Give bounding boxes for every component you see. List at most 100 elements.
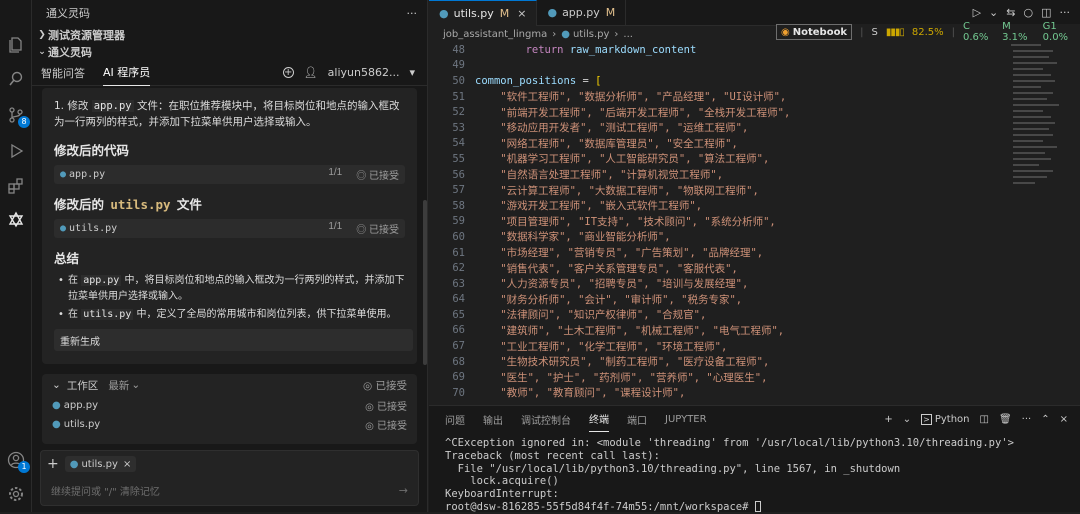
code-line[interactable]: 68 "生物技术研究员", "制药工程师", "医疗设备工程师",: [429, 354, 989, 370]
tab-problems[interactable]: 问题: [445, 406, 465, 432]
editor-tab-app-name: app.py: [562, 6, 600, 19]
send-arrow-icon[interactable]: →: [399, 484, 408, 497]
chevron-down-icon[interactable]: ⌄: [989, 6, 998, 19]
line-number: 61: [452, 246, 465, 259]
code-line[interactable]: 63 "人力资源专员", "招聘专员", "培训与发展经理",: [429, 276, 989, 292]
tab-smart-qa[interactable]: 智能问答: [41, 60, 85, 86]
code-line[interactable]: 65 "法律顾问", "知识产权律师", "合规官",: [429, 307, 989, 323]
code-line[interactable]: 62 "销售代表", "客户关系管理专员", "客服代表",: [429, 260, 989, 276]
code-line[interactable]: 69 "医生", "护士", "药剂师", "营养师", "心理医生",: [429, 369, 989, 385]
workspace-file-row[interactable]: ● utils.py ◎ 已接受: [42, 415, 417, 434]
code-line[interactable]: 51 "软件工程师", "数据分析师", "产品经理", "UI设计师",: [429, 89, 989, 105]
line-number: 48: [452, 43, 465, 56]
line-text: "市场经理", "营销专员", "广告策划", "品牌经理",: [475, 247, 764, 260]
source-control-icon[interactable]: 8: [5, 104, 30, 128]
code-line[interactable]: 50 common_positions = [: [429, 73, 989, 89]
close-icon[interactable]: ×: [1060, 414, 1068, 425]
split-editor-icon[interactable]: ◫: [1041, 6, 1051, 19]
editor-area: ● utils.py M × ● app.py M ▷ ⌄ ⇆ ○ ◫ ··· …: [429, 0, 1080, 405]
compare-icon[interactable]: ⇆: [1006, 6, 1015, 19]
user-dropdown-icon[interactable]: ▾: [409, 66, 415, 79]
code-line[interactable]: 56 "自然语言处理工程师", "计算机视觉工程师",: [429, 167, 989, 183]
code-line[interactable]: 58 "游戏开发工程师", "嵌入式软件工程师",: [429, 198, 989, 214]
code-line[interactable]: 53 "移动应用开发者", "测试工程师", "运维工程师",: [429, 120, 989, 136]
code-line[interactable]: 49: [429, 58, 989, 74]
terminal-output[interactable]: ^CException ignored in: <module 'threadi…: [429, 432, 1080, 514]
code-view[interactable]: 48 return raw_markdown_content 49 50 common…: [429, 42, 989, 401]
tab-jupyter[interactable]: JUPYTER: [665, 406, 707, 432]
new-terminal-icon[interactable]: +: [884, 414, 892, 425]
editor-tab-app[interactable]: ● app.py M: [537, 0, 627, 26]
search-icon[interactable]: [5, 68, 27, 90]
context-file-chip[interactable]: ● utils.py ×: [64, 456, 137, 472]
split-terminal-icon[interactable]: ◫: [980, 414, 989, 425]
file-block-app[interactable]: ● app.py 1/1 ◎ 已接受: [54, 165, 405, 184]
new-chat-icon[interactable]: +: [282, 67, 294, 78]
chat-input-box[interactable]: + ● utils.py × 继续提问或 "/" 清除记忆 →: [40, 450, 419, 506]
line-text: "法律顾问", "知识产权律师", "合规官",: [475, 309, 707, 322]
code-line[interactable]: 54 "网络工程师", "数据库管理员", "安全工程师",: [429, 136, 989, 152]
editor-tab-utils[interactable]: ● utils.py M ×: [429, 0, 538, 26]
run-debug-icon[interactable]: [5, 140, 27, 162]
code-line[interactable]: 57 "云计算工程师", "大数据工程师", "物联网工程师",: [429, 182, 989, 198]
terminal-line: Traceback (most recent call last):: [445, 449, 660, 462]
more-actions-icon[interactable]: ···: [1060, 6, 1071, 19]
line-number: 64: [452, 293, 465, 306]
code-line[interactable]: 55 "机器学习工程师", "人工智能研究员", "算法工程师",: [429, 151, 989, 167]
breadcrumb-folder[interactable]: job_assistant_lingma: [443, 29, 547, 40]
settings-gear-icon[interactable]: [5, 483, 27, 505]
breadcrumb-symbol[interactable]: ...: [623, 29, 633, 40]
notebook-button[interactable]: ◉ Notebook: [776, 24, 853, 40]
file-block-utils[interactable]: ● utils.py 1/1 ◎ 已接受: [54, 219, 405, 238]
summary-list: 在 app.py 中，将目标岗位和地点的输入框改为一行两列的样式，并添加下拉菜单…: [54, 273, 405, 323]
python-file-icon: ●: [60, 223, 67, 234]
line-number: 56: [452, 168, 465, 181]
python-file-icon: ●: [52, 419, 61, 430]
user-avatar-icon: 👤︎: [303, 66, 318, 79]
account-badge: 1: [18, 461, 30, 473]
code-line[interactable]: 67 "工业工程师", "化学工程师", "环境工程师",: [429, 338, 989, 354]
lingma-icon[interactable]: [5, 209, 27, 231]
more-actions-icon[interactable]: ···: [407, 7, 418, 20]
tab-terminal[interactable]: 终端: [589, 406, 609, 432]
maximize-panel-icon[interactable]: ⌃: [1041, 414, 1049, 425]
close-icon[interactable]: ×: [517, 7, 526, 20]
terminal-shell-label[interactable]: > Python: [921, 413, 970, 425]
code-line[interactable]: 59 "项目管理师", "IT支持", "技术顾问", "系统分析师",: [429, 214, 989, 230]
add-context-icon[interactable]: +: [47, 456, 59, 472]
more-actions-icon[interactable]: ···: [1022, 414, 1032, 425]
code-line[interactable]: 48 return raw_markdown_content: [429, 42, 989, 58]
tab-ai-programmer[interactable]: AI 程序员: [103, 60, 151, 86]
workspace-header[interactable]: ⌄ 工作区 最新 ⌄ ◎ 已接受: [42, 374, 417, 396]
tab-ports[interactable]: 端口: [627, 406, 647, 432]
section-test-explorer[interactable]: ❯ 测试资源管理器: [32, 26, 427, 43]
close-icon[interactable]: ×: [123, 459, 131, 470]
chat-input-placeholder[interactable]: 继续提问或 "/" 清除记忆: [51, 483, 160, 498]
chevron-down-icon[interactable]: ⌄: [903, 414, 911, 425]
workspace-filter[interactable]: 最新: [108, 378, 129, 393]
line-number: 69: [452, 371, 465, 384]
workspace-file-status: 已接受: [377, 421, 407, 432]
line-text: "机器学习工程师", "人工智能研究员", "算法工程师",: [475, 153, 770, 166]
run-icon[interactable]: ▷: [973, 6, 981, 19]
sidebar-scrollbar[interactable]: [423, 200, 427, 365]
circle-icon[interactable]: ○: [1023, 6, 1033, 19]
section-lingma[interactable]: ⌄ 通义灵码: [32, 43, 427, 60]
code-line[interactable]: 52 "前端开发工程师", "后端开发工程师", "全栈开发工程师",: [429, 104, 989, 120]
code-line[interactable]: 64 "财务分析师", "会计", "审计师", "税务专家",: [429, 292, 989, 308]
extensions-icon[interactable]: [5, 175, 27, 197]
code-line[interactable]: 60 "数据科学家", "商业智能分析师",: [429, 229, 989, 245]
account-icon[interactable]: 1: [5, 449, 30, 473]
explorer-icon[interactable]: [5, 34, 27, 56]
code-line[interactable]: 61 "市场经理", "营销专员", "广告策划", "品牌经理",: [429, 245, 989, 261]
code-line[interactable]: 66 "建筑师", "土木工程师", "机械工程师", "电气工程师",: [429, 323, 989, 339]
regenerate-button[interactable]: 重新生成: [54, 329, 413, 351]
minimap[interactable]: [1009, 42, 1069, 192]
code-line[interactable]: 70 "教师", "教育顾问", "课程设计师",: [429, 385, 989, 401]
breadcrumb-file[interactable]: utils.py: [573, 29, 609, 40]
tab-debug-console[interactable]: 调试控制台: [521, 406, 571, 432]
trash-icon[interactable]: 🗑︎: [999, 414, 1012, 425]
user-name[interactable]: aliyun5862...: [328, 66, 400, 79]
tab-output[interactable]: 输出: [483, 406, 503, 432]
workspace-file-row[interactable]: ● app.py ◎ 已接受: [42, 396, 417, 415]
